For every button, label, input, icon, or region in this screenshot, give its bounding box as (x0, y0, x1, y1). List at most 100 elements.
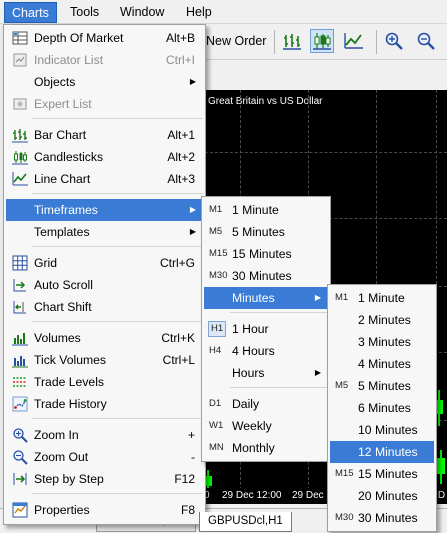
menu-item-label: Zoom Out (34, 450, 89, 464)
menu-separator (230, 312, 328, 313)
menu-item-label: Zoom In (34, 428, 79, 442)
minutes-15[interactable]: M15 15 Minutes (330, 463, 434, 485)
minutes-2[interactable]: 2 Minutes (330, 309, 434, 331)
timeframe-prefix: M15 (209, 248, 228, 259)
zoom-in-button[interactable] (382, 29, 406, 53)
minutes-3[interactable]: 3 Minutes (330, 331, 434, 353)
timeframe-m30[interactable]: M30 30 Minutes (204, 265, 328, 287)
menu-item-depth-of-market[interactable]: Depth Of Market Alt+B (6, 27, 203, 49)
menu-item-grid[interactable]: Grid Ctrl+G (6, 252, 203, 274)
menu-item-label: 2 Minutes (358, 313, 411, 327)
menu-item-bar-chart[interactable]: Bar Chart Alt+1 (6, 124, 203, 146)
menu-item-volumes[interactable]: Volumes Ctrl+K (6, 327, 203, 349)
minutes-30[interactable]: M30 30 Minutes (330, 507, 434, 529)
minutes-4[interactable]: 4 Minutes (330, 353, 434, 375)
timeframe-h1[interactable]: H1 1 Hour (204, 318, 328, 340)
menu-item-label: Bar Chart (34, 128, 87, 142)
menu-item-label: 15 Minutes (232, 247, 292, 261)
zoom-in-icon (11, 427, 29, 443)
timeframe-m15[interactable]: M15 15 Minutes (204, 243, 328, 265)
menu-help[interactable]: Help (179, 3, 219, 21)
menu-item-shortcut: F12 (174, 472, 195, 486)
menu-item-trade-history[interactable]: Trade History (6, 393, 203, 415)
menu-item-timeframes[interactable]: Timeframes ▶ (6, 199, 203, 221)
menu-item-shortcut: Alt+2 (167, 150, 195, 164)
timeframe-prefix: M1 (335, 292, 349, 303)
properties-icon (11, 502, 29, 518)
menu-item-label: Hours (232, 366, 265, 380)
menu-item-label: Step by Step (34, 472, 104, 486)
menu-item-label: 6 Minutes (358, 401, 411, 415)
timeframe-m5[interactable]: M5 5 Minutes (204, 221, 328, 243)
timeframe-h4[interactable]: H4 4 Hours (204, 340, 328, 362)
minutes-20[interactable]: 20 Minutes (330, 485, 434, 507)
menu-item-label: 12 Minutes (358, 445, 418, 459)
timeframe-d1[interactable]: D1 Daily (204, 393, 328, 415)
menu-item-zoom-in[interactable]: Zoom In + (6, 424, 203, 446)
timeframe-hours[interactable]: Hours ▶ (204, 362, 328, 384)
minutes-6[interactable]: 6 Minutes (330, 397, 434, 419)
timeframe-prefix: M30 (335, 512, 354, 523)
timeframe-prefix: D1 (209, 398, 222, 409)
timeframe-prefix: W1 (209, 420, 224, 431)
menu-item-templates[interactable]: Templates ▶ (6, 221, 203, 243)
candlestick (437, 458, 445, 474)
zoom-out-icon (11, 449, 29, 465)
menu-item-chart-shift[interactable]: Chart Shift (6, 296, 203, 318)
bar-chart-button[interactable] (280, 29, 304, 53)
menu-item-line-chart[interactable]: Line Chart Alt+3 (6, 168, 203, 190)
auto-scroll-icon (11, 277, 29, 293)
menu-item-candlesticks[interactable]: Candlesticks Alt+2 (6, 146, 203, 168)
minutes-12[interactable]: 12 Minutes (330, 441, 434, 463)
menu-item-shortcut: Alt+1 (167, 128, 195, 142)
menu-item-tick-volumes[interactable]: Tick Volumes Ctrl+L (6, 349, 203, 371)
timeframe-prefix: H1 (208, 321, 227, 337)
menu-item-label: Depth Of Market (34, 31, 124, 45)
timeframe-w1[interactable]: W1 Weekly (204, 415, 328, 437)
minutes-1[interactable]: M1 1 Minute (330, 287, 434, 309)
menu-item-properties[interactable]: Properties F8 (6, 499, 203, 521)
chart-shift-icon (11, 299, 29, 315)
menu-item-label: Weekly (232, 419, 272, 433)
chart-title-bar (200, 60, 447, 90)
menu-item-label: Volumes (34, 331, 81, 345)
minutes-10[interactable]: 10 Minutes (330, 419, 434, 441)
new-order-button[interactable]: New Order (206, 34, 266, 48)
toolbar: New Order (200, 24, 447, 60)
timeframe-mn[interactable]: MN Monthly (204, 437, 328, 459)
charts-menu: Depth Of Market Alt+B Indicator List Ctr… (3, 24, 206, 525)
menu-item-indicator-list[interactable]: Indicator List Ctrl+I (6, 49, 203, 71)
menu-item-trade-levels[interactable]: Trade Levels (6, 371, 203, 393)
menu-item-shortcut: Ctrl+K (161, 331, 195, 345)
menu-item-zoom-out[interactable]: Zoom Out - (6, 446, 203, 468)
line-chart-button[interactable] (342, 29, 366, 53)
menu-item-step-by-step[interactable]: Step by Step F12 (6, 468, 203, 490)
toolbar-separator (376, 30, 377, 54)
menu-separator (32, 321, 203, 322)
menu-tools[interactable]: Tools (63, 3, 106, 21)
grid-line (200, 152, 447, 153)
menu-item-auto-scroll[interactable]: Auto Scroll (6, 274, 203, 296)
menu-item-label: Tick Volumes (34, 353, 107, 367)
menu-item-label: 4 Hours (232, 344, 275, 358)
minutes-5[interactable]: M5 5 Minutes (330, 375, 434, 397)
bar-chart-icon (11, 127, 29, 143)
menu-item-objects[interactable]: Objects ▶ (6, 71, 203, 93)
menu-item-shortcut: + (187, 428, 195, 442)
menu-charts[interactable]: Charts (4, 2, 57, 23)
zoom-out-button[interactable] (414, 29, 438, 53)
menu-item-label: Minutes (232, 291, 275, 305)
chart-symbol-title: Great Britain vs US Dollar (208, 96, 323, 107)
menu-item-label: 30 Minutes (232, 269, 292, 283)
grid-icon (11, 255, 29, 271)
minutes-submenu: M1 1 Minute 2 Minutes 3 Minutes 4 Minutes… (327, 284, 437, 532)
timeframes-submenu: M1 1 Minute M5 5 Minutes M15 15 Minutes M30… (201, 196, 331, 462)
timeframe-minutes[interactable]: Minutes ▶ (204, 287, 328, 309)
tab-gbpusdcl-h1[interactable]: GBPUSDcl,H1 (199, 512, 292, 532)
menu-window[interactable]: Window (113, 3, 171, 21)
timeframe-m1[interactable]: M1 1 Minute (204, 199, 328, 221)
menu-item-expert-list[interactable]: Expert List (6, 93, 203, 115)
menu-item-label: Objects (34, 75, 76, 89)
menu-separator (32, 246, 203, 247)
candlesticks-button[interactable] (310, 29, 334, 53)
